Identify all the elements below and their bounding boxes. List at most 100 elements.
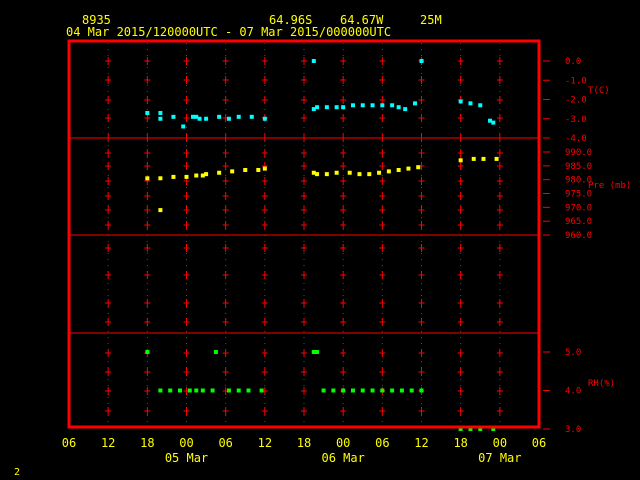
data-point-relative_humidity	[158, 388, 163, 393]
x-tick-label: 06	[62, 436, 76, 450]
data-point-pressure	[230, 169, 235, 174]
series-label-temperature: T(C)	[588, 86, 610, 96]
x-tick-label: 06	[375, 436, 389, 450]
x-tick-label: 06	[218, 436, 232, 450]
y-tick-label-pressure: 990.0	[565, 148, 592, 158]
y-tick-label-temperature: -1.0	[565, 76, 587, 86]
data-point-temperature	[171, 114, 176, 119]
x-tick-label: 06	[532, 436, 546, 450]
y-tick-label-pressure: 960.0	[565, 231, 592, 241]
x-tick-label: 12	[101, 436, 115, 450]
y-tick-label-pressure: 985.0	[565, 162, 592, 172]
station-elevation: 25M	[420, 13, 442, 27]
data-point-temperature	[334, 105, 339, 110]
data-point-temperature	[158, 110, 163, 115]
data-point-temperature	[478, 103, 483, 108]
time-period: 04 Mar 2015/120000UTC - 07 Mar 2015/0000…	[66, 25, 391, 39]
data-point-pressure	[204, 172, 209, 177]
data-point-temperature	[412, 101, 417, 106]
data-point-temperature	[390, 103, 395, 108]
data-point-pressure	[347, 170, 352, 175]
data-point-relative_humidity	[380, 388, 385, 393]
data-point-pressure	[386, 169, 391, 174]
series-label-relative_humidity: RH(%)	[588, 379, 615, 389]
data-point-pressure	[367, 172, 372, 177]
data-point-pressure	[494, 156, 499, 161]
x-tick-label: 00	[493, 436, 507, 450]
data-point-temperature	[311, 59, 316, 63]
data-point-relative_humidity	[236, 388, 241, 393]
data-point-pressure	[471, 156, 476, 161]
data-point-pressure	[145, 176, 150, 181]
x-tick-label: 12	[258, 436, 272, 450]
data-point-relative_humidity	[187, 388, 192, 393]
series-label-pressure: Pre (mb)	[588, 181, 631, 191]
data-point-pressure	[406, 166, 411, 171]
data-point-relative_humidity	[210, 388, 215, 393]
data-point-relative_humidity	[360, 388, 365, 393]
y-tick-label-relative_humidity: 3.0	[565, 425, 581, 435]
data-point-pressure	[158, 176, 163, 181]
data-point-relative_humidity	[194, 388, 199, 393]
y-tick-label-relative_humidity: 4.0	[565, 387, 581, 397]
y-tick-label-temperature: 0.0	[565, 57, 581, 67]
data-point-pressure	[396, 167, 401, 172]
data-point-relative_humidity	[177, 388, 182, 393]
data-point-temperature	[315, 105, 320, 110]
data-point-pressure	[184, 174, 189, 179]
y-tick-label-pressure: 970.0	[565, 203, 592, 213]
x-tick-label: 12	[414, 436, 428, 450]
x-tick-label: 18	[297, 436, 311, 450]
data-point-relative_humidity	[341, 388, 346, 393]
data-point-pressure	[315, 172, 320, 177]
data-point-temperature	[468, 101, 473, 106]
data-point-temperature	[236, 114, 241, 119]
data-point-pressure	[481, 156, 486, 161]
x-date-label: 06 Mar	[321, 451, 364, 465]
data-point-temperature	[458, 99, 463, 104]
data-point-relative_humidity	[409, 388, 414, 393]
data-point-temperature	[350, 103, 355, 108]
data-point-temperature	[226, 116, 231, 121]
y-tick-label-temperature: -2.0	[565, 96, 587, 106]
x-date-label: 07 Mar	[478, 451, 521, 465]
data-point-relative_humidity	[331, 388, 336, 393]
data-point-pressure	[334, 170, 339, 175]
data-points-layer	[145, 59, 499, 431]
data-point-pressure	[243, 167, 248, 172]
y-tick-label-pressure: 965.0	[565, 217, 592, 227]
meteogram-chart: 8935 64.96S 64.67W 25M 04 Mar 2015/12000…	[14, 13, 631, 478]
page-number: 2	[14, 467, 20, 478]
data-point-temperature	[204, 116, 209, 121]
data-point-relative_humidity	[350, 388, 355, 393]
data-point-temperature	[324, 105, 329, 110]
data-point-relative_humidity	[259, 388, 264, 393]
data-point-temperature	[181, 124, 186, 129]
data-point-temperature	[370, 103, 375, 108]
data-point-temperature	[217, 114, 222, 119]
data-point-temperature	[360, 103, 365, 108]
data-point-temperature	[158, 116, 163, 121]
data-point-temperature	[145, 110, 150, 115]
data-point-relative_humidity	[168, 388, 173, 393]
data-point-pressure	[217, 170, 222, 175]
y-tick-label-relative_humidity: 5.0	[565, 348, 581, 358]
data-point-pressure	[194, 173, 199, 178]
data-point-relative_humidity	[315, 350, 320, 354]
x-tick-label: 18	[453, 436, 467, 450]
data-point-pressure	[256, 167, 261, 172]
x-tick-label: 18	[140, 436, 154, 450]
data-point-pressure	[262, 166, 267, 171]
data-point-temperature	[396, 105, 401, 110]
data-point-pressure	[416, 165, 421, 170]
grid-layer	[69, 43, 539, 425]
data-point-temperature	[419, 59, 424, 63]
data-point-pressure	[158, 208, 163, 213]
data-point-pressure	[324, 172, 329, 177]
data-point-pressure	[377, 170, 382, 175]
data-point-relative_humidity	[419, 388, 424, 393]
data-point-temperature	[262, 116, 267, 121]
data-point-temperature	[341, 105, 346, 110]
data-point-temperature	[197, 116, 202, 121]
data-point-relative_humidity	[370, 388, 375, 393]
